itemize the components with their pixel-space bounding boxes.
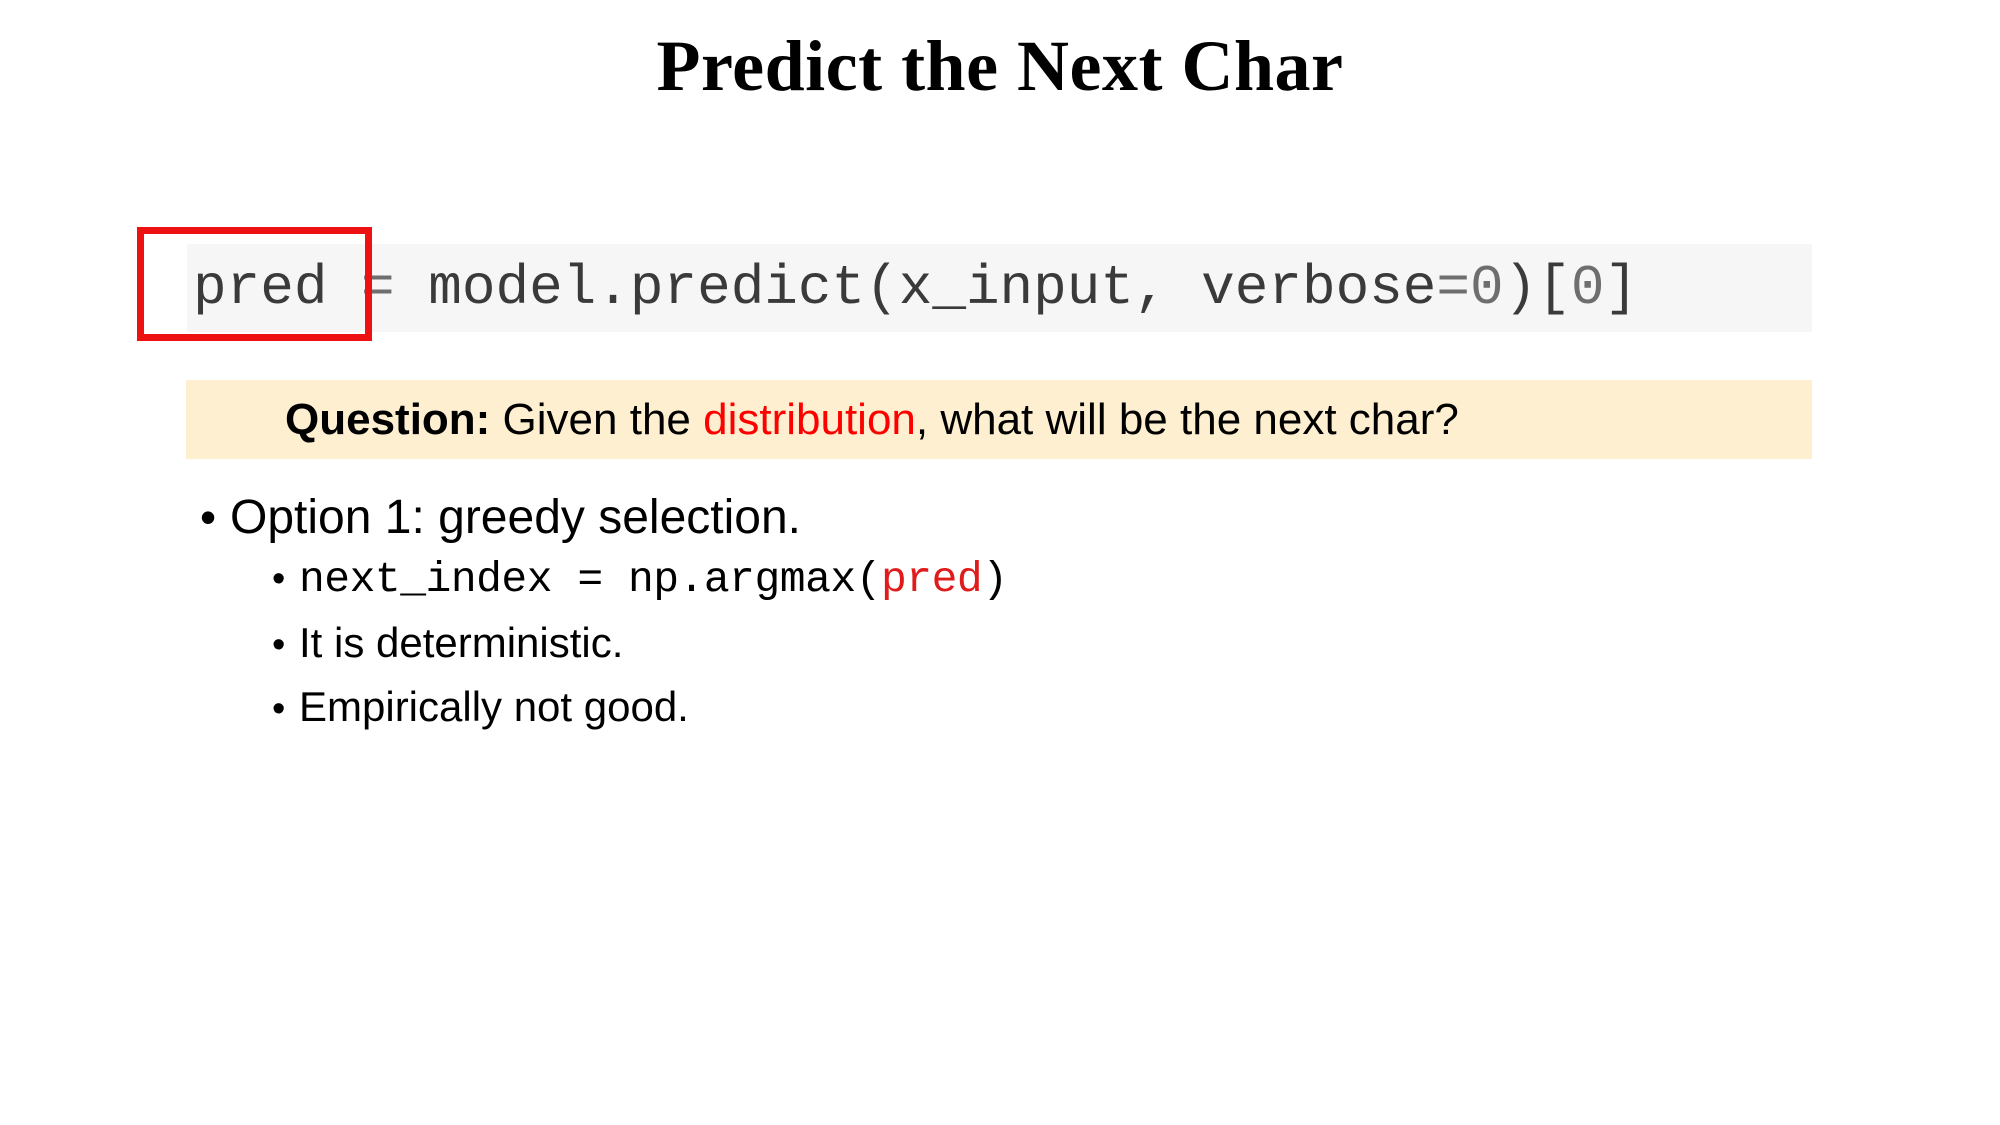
question-text: Question: Given the distribution, what w… (285, 394, 1459, 444)
code-token-zero-verbose: 0 (1470, 256, 1504, 320)
code-token-call: model.predict(x_input, verbose (428, 256, 1437, 320)
bullet-label-deterministic: It is deterministic. (299, 619, 624, 666)
bullet-dot-icon: • (272, 688, 286, 730)
bullet-dot-icon: • (272, 624, 286, 666)
code-token-close-bracket: ] (1604, 256, 1639, 320)
code-token-argmax-prefix: next_index = np.argmax( (299, 555, 882, 604)
code-block: pred = model.predict(x_input, verbose=0)… (187, 244, 1812, 332)
code-token-argmax-suffix: ) (982, 555, 1008, 604)
bullet-dot-icon: • (272, 558, 286, 600)
question-banner: Question: Given the distribution, what w… (186, 380, 1812, 459)
bullet-list: • Option 1: greedy selection. • next_ind… (200, 490, 1900, 750)
list-item: • Option 1: greedy selection. (200, 490, 1900, 558)
list-item: • next_index = np.argmax(pred) (272, 558, 1900, 622)
code-line: pred = model.predict(x_input, verbose=0)… (187, 260, 1638, 316)
question-accent-distribution: distribution (703, 394, 916, 444)
question-text-before: Given the (490, 394, 704, 444)
bullet-dot-icon: • (200, 491, 217, 543)
code-token-close-paren-bracket: )[ (1503, 256, 1571, 320)
code-token-argmax-pred: pred (881, 555, 983, 604)
question-label: Question: (285, 394, 491, 444)
code-token-variable: pred (193, 256, 328, 320)
question-text-after: , what will be the next char? (915, 394, 1459, 444)
code-token-equals: = (1436, 256, 1471, 320)
list-item: • Empirically not good. (272, 686, 1900, 750)
page-title: Predict the Next Char (656, 26, 1344, 106)
bullet-label-option-1: Option 1: greedy selection. (230, 491, 802, 544)
code-token-zero-index: 0 (1570, 256, 1605, 320)
bullet-label-argmax-code: next_index = np.argmax(pred) (299, 558, 1008, 601)
list-item: • It is deterministic. (272, 622, 1900, 686)
code-token-assign: = (327, 256, 429, 320)
bullet-label-empirically: Empirically not good. (299, 683, 689, 730)
